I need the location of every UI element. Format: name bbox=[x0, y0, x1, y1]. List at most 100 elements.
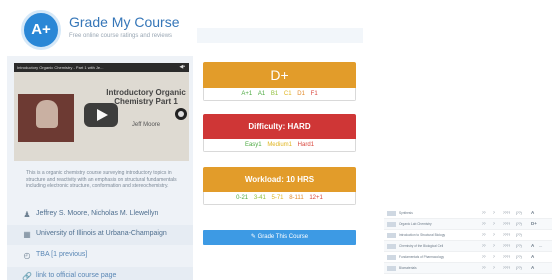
difficulty-value: Difficulty: HARD bbox=[203, 114, 356, 139]
table-row[interactable]: Fundamentals of Pharmacology ?? ? ???? (… bbox=[384, 252, 552, 263]
lecturer-photo bbox=[18, 94, 74, 142]
info-institution: ▦ University of Illinois at Urbana-Champ… bbox=[7, 225, 193, 245]
grade-chip-c: C1 bbox=[283, 91, 292, 97]
course-stat: ? bbox=[493, 266, 495, 270]
course-stat: ???? bbox=[503, 244, 511, 248]
course-code-chip bbox=[387, 222, 396, 227]
course-name[interactable]: Synthesis bbox=[399, 210, 413, 216]
course-stat: (??) bbox=[516, 222, 522, 226]
site-tagline: Free online course ratings and reviews bbox=[69, 33, 173, 39]
info-term: ◴ TBA [1 previous] bbox=[7, 246, 193, 266]
course-stat: (??) bbox=[516, 266, 522, 270]
table-row[interactable]: Biomaterials ?? ? ???? (??) A bbox=[384, 263, 552, 274]
play-button[interactable] bbox=[84, 103, 118, 127]
link-icon: 🔗 bbox=[22, 272, 32, 280]
workload-chip-5-7: 5-71 bbox=[271, 195, 284, 201]
workload-card: Workload: 10 HRS 0-21 3-41 5-71 8-111 12… bbox=[203, 167, 356, 205]
course-stat: ? bbox=[493, 211, 495, 215]
course-stat: (??) bbox=[516, 244, 522, 248]
course-name[interactable]: Fundamentals of Pharmacology bbox=[399, 254, 444, 260]
course-stat: ?? bbox=[482, 255, 486, 259]
grade-chip-d: D1 bbox=[297, 91, 305, 97]
workload-value: Workload: 10 HRS bbox=[203, 167, 356, 192]
course-stat: ?? bbox=[482, 266, 486, 270]
site-logo[interactable]: A+ bbox=[21, 10, 61, 50]
workload-chip-0-2: 0-21 bbox=[236, 195, 249, 201]
course-page: A+ Grade My Course Free online course ra… bbox=[0, 0, 552, 280]
related-courses-table: Synthesis ?? ? ???? (??) A Organic Lab C… bbox=[384, 208, 552, 274]
header-search-strip bbox=[197, 28, 363, 43]
table-row[interactable]: Synthesis ?? ? ???? (??) A bbox=[384, 208, 552, 219]
course-name[interactable]: Introduction to Structural Biology bbox=[399, 232, 445, 238]
course-difficulty: --- bbox=[539, 244, 543, 248]
difficulty-card: Difficulty: HARD Easy1 Medium1 Hard1 bbox=[203, 114, 356, 152]
course-stat: ?? bbox=[482, 222, 486, 226]
course-stat: ? bbox=[493, 222, 495, 226]
course-grade: A bbox=[531, 210, 535, 215]
grade-breakdown: A+1 A1 B1 C1 D1 F1 bbox=[203, 88, 356, 101]
course-grade: A bbox=[531, 254, 535, 259]
workload-chip-12-plus: 12+1 bbox=[309, 195, 323, 201]
course-stat: (??) bbox=[516, 255, 522, 259]
course-code-chip bbox=[387, 211, 396, 216]
grade-chip-f: F1 bbox=[310, 91, 318, 97]
official-page-link[interactable]: link to official course page bbox=[36, 272, 116, 279]
course-stat: ???? bbox=[503, 266, 511, 270]
course-code-chip bbox=[387, 266, 396, 271]
course-grade: D+ bbox=[531, 221, 537, 226]
difficulty-chip-medium: Medium1 bbox=[267, 142, 292, 148]
institution-icon: ▦ bbox=[23, 230, 31, 239]
institution-text[interactable]: University of Illinois at Urbana-Champai… bbox=[36, 230, 167, 237]
grade-chip-a: A1 bbox=[257, 91, 266, 97]
course-stat: ?? bbox=[482, 244, 486, 248]
course-name[interactable]: Organic Lab Chemistry bbox=[399, 221, 432, 227]
course-stat: ? bbox=[493, 244, 495, 248]
course-stat: (??) bbox=[516, 211, 522, 215]
course-stat: ???? bbox=[503, 233, 511, 237]
video-bar-title: Introductory Organic Chemistry - Part 1 … bbox=[17, 65, 104, 70]
table-row[interactable]: Introduction to Structural Biology ?? ? … bbox=[384, 230, 552, 241]
grade-value: D+ bbox=[203, 62, 356, 88]
course-stat: ?? bbox=[482, 233, 486, 237]
course-stat: ? bbox=[493, 233, 495, 237]
course-stat: ???? bbox=[503, 222, 511, 226]
grade-chip-b: B1 bbox=[270, 91, 279, 97]
difficulty-chip-easy: Easy1 bbox=[244, 142, 262, 148]
lecturer-figure bbox=[36, 100, 58, 128]
video-slide-author: Jeff Moore bbox=[131, 122, 161, 128]
grade-chip-aplus: A+1 bbox=[241, 91, 253, 97]
instructors-text[interactable]: Jeffrey S. Moore, Nicholas M. Llewellyn bbox=[36, 210, 158, 217]
share-icon[interactable]: ◀• bbox=[179, 63, 185, 72]
course-video-player[interactable]: Introductory Organic Chemistry - Part 1 … bbox=[14, 63, 189, 161]
site-header: A+ Grade My Course Free online course ra… bbox=[7, 0, 197, 56]
video-slide-title: Introductory Organic Chemistry Part 1 bbox=[106, 88, 186, 106]
info-instructors: ♟ Jeffrey S. Moore, Nicholas M. Llewelly… bbox=[7, 205, 193, 225]
course-name[interactable]: Chemistry of the Biological Cell bbox=[399, 243, 443, 249]
video-title-bar: Introductory Organic Chemistry - Part 1 … bbox=[14, 63, 189, 72]
course-stat: ?? bbox=[482, 211, 486, 215]
site-title[interactable]: Grade My Course bbox=[69, 14, 179, 30]
workload-chip-8-11: 8-111 bbox=[289, 195, 304, 201]
term-text[interactable]: TBA [1 previous] bbox=[36, 251, 87, 258]
table-row[interactable]: Organic Lab Chemistry ?? ? ???? (??) D+ bbox=[384, 219, 552, 230]
course-code-chip bbox=[387, 244, 396, 249]
person-icon: ♟ bbox=[23, 210, 31, 219]
workload-chip-3-4: 3-41 bbox=[253, 195, 266, 201]
course-grade: A bbox=[531, 243, 535, 248]
grade-this-course-button[interactable]: ✎ Grade This Course bbox=[203, 230, 356, 245]
course-grade: A bbox=[531, 265, 535, 270]
course-stat: (??) bbox=[516, 233, 522, 237]
clock-icon: ◴ bbox=[23, 251, 31, 260]
workload-breakdown: 0-21 3-41 5-71 8-111 12+1 bbox=[203, 192, 356, 205]
grade-card: D+ A+1 A1 B1 C1 D1 F1 bbox=[203, 62, 356, 101]
course-code-chip bbox=[387, 255, 396, 260]
info-link: 🔗 link to official course page bbox=[7, 267, 193, 280]
course-stat: ???? bbox=[503, 255, 511, 259]
difficulty-chip-hard: Hard1 bbox=[297, 142, 315, 148]
table-row[interactable]: Chemistry of the Biological Cell ?? ? ??… bbox=[384, 241, 552, 252]
video-badge-icon bbox=[175, 108, 187, 120]
grade-button-label: Grade This Course bbox=[257, 234, 309, 240]
course-name[interactable]: Biomaterials bbox=[399, 265, 417, 271]
course-stat: ???? bbox=[503, 211, 511, 215]
course-code-chip bbox=[387, 233, 396, 238]
